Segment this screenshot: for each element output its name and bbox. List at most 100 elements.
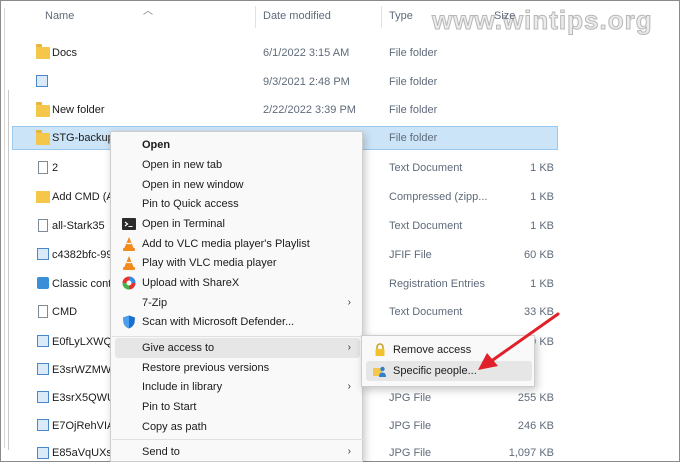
text-document-icon: [38, 161, 48, 174]
menu-item-label: Open in new tab: [142, 159, 223, 171]
file-size: 1 KB: [530, 162, 554, 174]
file-type: JFIF File: [389, 249, 432, 261]
file-type: JPG File: [389, 447, 432, 459]
menu-item-label: Play with VLC media player: [142, 257, 277, 269]
menu-item-vlc-playlist[interactable]: Add to VLC media player's Playlist: [115, 234, 360, 254]
menu-item-label: Pin to Start: [142, 401, 197, 413]
navigation-pane-border: [4, 8, 5, 448]
menu-item-label: Open: [142, 139, 171, 151]
chevron-right-icon: ›: [347, 342, 351, 353]
menu-item-sharex[interactable]: Upload with ShareX: [115, 273, 360, 293]
file-name: Add CMD (A: [52, 191, 114, 203]
text-document-icon: [38, 219, 48, 232]
sort-ascending-icon: ︿: [143, 6, 153, 17]
menu-item-restore-versions[interactable]: Restore previous versions: [115, 358, 360, 378]
file-name: Classic conte: [52, 278, 118, 290]
file-size: 255 KB: [517, 392, 554, 404]
file-type: Text Document: [389, 162, 463, 174]
image-file-icon: [37, 391, 49, 403]
defender-shield-icon: [122, 315, 136, 329]
menu-item-send-to[interactable]: Send to ›: [115, 442, 360, 462]
file-size: 1 KB: [530, 278, 554, 290]
people-icon: [373, 364, 387, 378]
menu-item-label: Remove access: [393, 344, 472, 356]
image-file-icon: [37, 447, 49, 459]
chevron-right-icon: ›: [347, 297, 351, 308]
file-row[interactable]: Docs 6/1/2022 3:15 AM File folder: [12, 41, 558, 65]
text-document-icon: [38, 305, 48, 318]
menu-item-label: Include in library: [142, 381, 223, 393]
menu-item-pin-start[interactable]: Pin to Start: [115, 397, 360, 417]
menu-item-label: Specific people...: [393, 365, 477, 377]
folder-icon: [36, 102, 50, 117]
menu-item-include-library[interactable]: Include in library ›: [115, 377, 360, 397]
column-divider[interactable]: [255, 6, 256, 28]
menu-item-label: Add to VLC media player's Playlist: [142, 238, 310, 250]
file-type: File folder: [389, 132, 438, 144]
vlc-icon: [122, 237, 136, 251]
file-type: File folder: [389, 47, 438, 59]
image-folder-icon: [36, 75, 48, 87]
menu-item-copy-path[interactable]: Copy as path: [115, 417, 360, 437]
column-header-date[interactable]: Date modified: [263, 10, 331, 28]
image-file-icon: [37, 335, 49, 347]
menu-item-label: Open in new window: [142, 179, 244, 191]
column-header-type[interactable]: Type: [389, 10, 413, 28]
menu-item-open[interactable]: Open: [115, 135, 360, 155]
column-header-name[interactable]: Name: [45, 10, 74, 28]
column-header-size[interactable]: Size: [494, 10, 515, 28]
file-row[interactable]: New folder 2/22/2022 3:39 PM File folder: [12, 98, 558, 122]
terminal-icon: [122, 217, 136, 231]
file-type: File folder: [389, 104, 438, 116]
file-date: 6/1/2022 3:15 AM: [263, 47, 350, 59]
scrollbar-track[interactable]: [8, 90, 9, 450]
image-file-icon: [37, 248, 49, 260]
file-type: JPG File: [389, 392, 432, 404]
column-divider[interactable]: [381, 6, 382, 28]
menu-item-7zip[interactable]: 7-Zip ›: [115, 293, 360, 313]
zip-folder-icon: [36, 191, 50, 203]
menu-item-label: Give access to: [142, 342, 215, 354]
file-size: 1 KB: [530, 220, 554, 232]
menu-item-label: Scan with Microsoft Defender...: [142, 316, 295, 328]
file-name: Docs: [52, 47, 78, 59]
file-type: JPG File: [389, 420, 432, 432]
menu-item-defender-scan[interactable]: Scan with Microsoft Defender...: [115, 312, 360, 332]
file-name: E7OjRehVIA: [52, 420, 115, 432]
menu-separator: [112, 336, 363, 337]
file-type: File folder: [389, 76, 438, 88]
menu-item-open-new-tab[interactable]: Open in new tab: [115, 155, 360, 175]
menu-item-label: Upload with ShareX: [142, 277, 240, 289]
folder-icon: [36, 44, 50, 59]
file-name: CMD: [52, 306, 78, 318]
context-menu: Open Open in new tab Open in new window …: [110, 131, 363, 462]
menu-item-pin-quick-access[interactable]: Pin to Quick access: [115, 194, 360, 214]
chevron-right-icon: ›: [347, 446, 351, 457]
vlc-icon: [122, 256, 136, 270]
file-name: New folder: [52, 104, 105, 116]
file-size: 246 KB: [517, 420, 554, 432]
image-file-icon: [37, 363, 49, 375]
file-type: Compressed (zipp...: [389, 191, 488, 203]
menu-item-label: Open in Terminal: [142, 218, 225, 230]
menu-item-give-access[interactable]: Give access to ›: [115, 338, 360, 358]
menu-item-open-new-window[interactable]: Open in new window: [115, 175, 360, 195]
file-date: 2/22/2022 3:39 PM: [263, 104, 356, 116]
menu-item-open-terminal[interactable]: Open in Terminal: [115, 214, 360, 234]
menu-item-label: Restore previous versions: [142, 362, 270, 374]
menu-item-label: 7-Zip: [142, 297, 168, 309]
image-file-icon: [37, 419, 49, 431]
file-type: Text Document: [389, 220, 463, 232]
file-row[interactable]: 9/3/2021 2:48 PM File folder: [12, 70, 558, 94]
file-name: all-Stark35: [52, 220, 105, 232]
file-name: c4382bfc-99: [52, 249, 113, 261]
menu-separator: [112, 439, 363, 440]
watermark: www.wintips.org: [432, 5, 653, 36]
menu-item-vlc-play[interactable]: Play with VLC media player: [115, 253, 360, 273]
file-type: Text Document: [389, 306, 463, 318]
sharex-icon: [122, 276, 136, 290]
file-name: 2: [52, 162, 59, 174]
annotation-arrow-head: [478, 353, 498, 370]
lock-icon: [373, 343, 387, 357]
file-size: 1,097 KB: [508, 447, 554, 459]
